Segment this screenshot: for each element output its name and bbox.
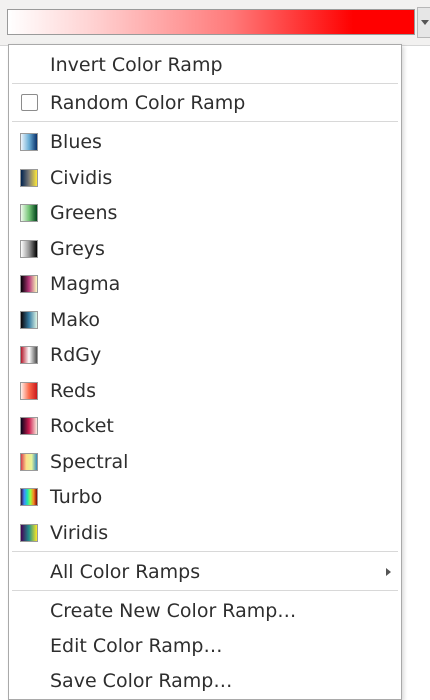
turbo-gradient-swatch-icon [20,488,38,506]
menu-item-label: Mako [50,309,100,331]
menu-item-label: Greens [50,202,118,224]
menu-item-ramp-reds[interactable]: Reds [9,375,401,407]
menu-item-label: Greys [50,238,105,260]
magma-gradient-swatch-icon [20,275,38,293]
menu-item-label: RdGy [50,344,102,366]
spectral-gradient-swatch-icon [20,453,38,471]
menu-item-ramp-greys[interactable]: Greys [9,233,401,265]
rocket-gradient-swatch-icon [20,417,38,435]
dropdown-button[interactable] [417,7,430,38]
menu-item-create-new-color-ramp[interactable]: Create New Color Ramp… [9,595,401,627]
menu-separator [12,590,398,591]
menu-item-ramp-viridis[interactable]: Viridis [9,517,401,549]
menu-separator [12,551,398,552]
menu-item-ramp-rocket[interactable]: Rocket [9,410,401,442]
submenu-arrow-icon [386,568,391,576]
menu-item-label: Magma [50,273,121,295]
chevron-down-icon [421,20,429,25]
menu-item-random-color-ramp[interactable]: Random Color Ramp [9,87,401,119]
menu-item-label: Rocket [50,415,114,437]
menu-item-label: Spectral [50,451,129,473]
menu-item-label: Invert Color Ramp [50,54,223,76]
reds-gradient-swatch-icon [20,382,38,400]
menu-item-ramp-spectral[interactable]: Spectral [9,446,401,478]
viridis-gradient-swatch-icon [20,524,38,542]
menu-item-label: Viridis [50,522,109,544]
menu-item-edit-color-ramp[interactable]: Edit Color Ramp… [9,630,401,662]
menu-item-label: Save Color Ramp… [50,670,233,692]
current-color-ramp-preview[interactable] [7,9,415,35]
menu-item-label: Turbo [50,486,103,508]
greens-gradient-swatch-icon [20,204,38,222]
menu-item-ramp-rdgy[interactable]: RdGy [9,339,401,371]
blues-gradient-swatch-icon [20,133,38,151]
menu-separator [12,121,398,122]
menu-item-label: Blues [50,131,102,153]
menu-item-ramp-mako[interactable]: Mako [9,304,401,336]
rdgy-gradient-swatch-icon [20,346,38,364]
greys-gradient-swatch-icon [20,240,38,258]
menu-item-label: Edit Color Ramp… [50,635,223,657]
color-ramp-menu: Invert Color Ramp Random Color Ramp Blue… [8,44,402,700]
mako-gradient-swatch-icon [20,311,38,329]
menu-item-label: All Color Ramps [50,561,201,583]
menu-item-invert-color-ramp[interactable]: Invert Color Ramp [9,49,401,81]
menu-item-ramp-cividis[interactable]: Cividis [9,162,401,194]
cividis-gradient-swatch-icon [20,169,38,187]
menu-item-save-color-ramp[interactable]: Save Color Ramp… [9,665,401,697]
menu-item-ramp-magma[interactable]: Magma [9,268,401,300]
menu-item-label: Create New Color Ramp… [50,600,297,622]
menu-item-label: Reds [50,380,96,402]
menu-item-ramp-turbo[interactable]: Turbo [9,481,401,513]
menu-item-all-color-ramps[interactable]: All Color Ramps [9,556,401,588]
menu-item-ramp-greens[interactable]: Greens [9,197,401,229]
menu-separator [12,83,398,84]
menu-item-label: Random Color Ramp [50,92,246,114]
random-color-ramp-checkbox[interactable] [21,94,38,111]
menu-item-label: Cividis [50,167,113,189]
color-ramp-combo-button[interactable] [0,0,430,46]
menu-item-ramp-blues[interactable]: Blues [9,126,401,158]
